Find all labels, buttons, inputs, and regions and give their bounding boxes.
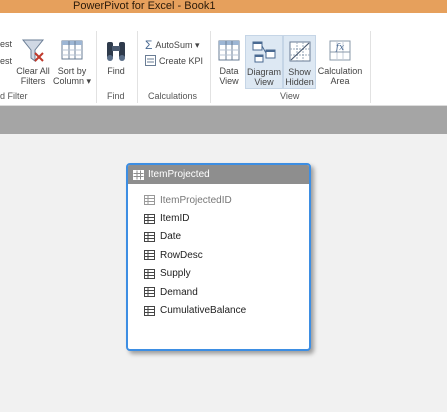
diagram-toolbar-band [0,106,447,134]
view-group-label: View [280,91,300,101]
field-item[interactable]: ItemID [144,209,309,227]
group-divider [210,31,211,103]
show-hidden-label-1: Show [288,67,311,77]
field-name: Date [160,231,182,243]
field-name: ItemID [160,213,190,225]
column-icon [144,305,155,316]
find-group-label: Find [107,91,125,101]
data-view-label-1: Data [219,66,239,76]
partial-button-2[interactable]: est [0,56,12,66]
sigma-icon: Σ [145,38,153,52]
clear-all-filters-label-2: Filters [20,76,46,86]
field-name: RowDesc [160,249,203,261]
calculation-area-label-2: Area [330,76,350,86]
field-item[interactable]: Demand [144,283,309,301]
clear-filter-icon [21,39,45,62]
sort-by-column-label-1: Sort by [57,66,87,76]
group-divider [370,31,371,103]
group-divider [96,31,97,103]
field-list: ItemProjectedID ItemID Date RowDesc Supp… [128,184,309,320]
clear-all-filters-button[interactable]: Clear All Filters [14,37,52,86]
data-view-label-2: View [219,76,239,86]
autosum-button[interactable]: Σ AutoSum ▾ [145,38,199,52]
sort-by-column-button[interactable]: Sort by Column ▾ [53,37,91,86]
show-hidden-button[interactable]: Show Hidden [283,35,316,89]
column-icon [144,213,155,224]
window-title: PowerPivot for Excel - Book1 [73,0,216,12]
kpi-icon [145,55,156,66]
filter-group-label: d Filter [0,91,28,101]
binoculars-icon [107,42,125,61]
sort-by-column-label-2: Column ▾ [53,76,92,86]
partial-button-2-label: est [0,56,13,66]
field-item[interactable]: RowDesc [144,246,309,264]
find-button[interactable]: Find [102,37,130,76]
partial-button-1[interactable]: est [0,39,12,49]
diagram-view-button[interactable]: Diagram View [245,35,283,89]
title-bar: PowerPivot for Excel - Book1 [0,0,447,13]
diagram-view-label-2: View [254,77,274,87]
column-icon [144,287,155,298]
partial-button-1-label: est [0,39,13,49]
column-icon [144,268,155,279]
diagram-view-label-1: Diagram [246,67,281,77]
diagram-icon [252,41,276,63]
find-label: Find [107,66,125,76]
data-view-button[interactable]: Data View [215,37,243,86]
autosum-label: AutoSum ▾ [155,39,200,50]
field-item[interactable]: CumulativeBalance [144,301,309,319]
calculation-area-label-1: Calculation [317,66,363,76]
calculations-group-label: Calculations [148,91,198,101]
table-card-header[interactable]: ItemProjected [128,165,309,184]
field-name: Supply [160,268,191,280]
column-icon [144,195,155,206]
field-item[interactable]: Date [144,228,309,246]
sort-by-column-icon [61,40,83,60]
field-name: ItemProjectedID [160,194,232,206]
field-name: CumulativeBalance [160,305,247,317]
calculation-area-icon: fx [329,40,351,61]
column-icon [144,250,155,261]
field-name: Demand [160,286,198,298]
create-kpi-label: Create KPI [159,55,204,66]
table-icon [133,169,144,180]
show-hidden-icon [289,41,310,62]
show-hidden-label-2: Hidden [285,77,314,87]
svg-text:fx: fx [335,43,344,53]
table-name: ItemProjected [148,169,210,180]
group-divider [137,31,138,103]
ribbon: est est Clear All Filters Sort by Column… [0,13,447,106]
clear-all-filters-label-1: Clear All [16,66,50,76]
column-icon [144,231,155,242]
grid-view-icon [218,40,240,61]
field-item[interactable]: Supply [144,265,309,283]
table-card[interactable]: ItemProjected ItemProjectedID ItemID Dat… [126,163,311,351]
field-item[interactable]: ItemProjectedID [144,191,309,209]
calculation-area-button[interactable]: fx Calculation Area [316,37,364,86]
create-kpi-button[interactable]: Create KPI [145,55,203,66]
